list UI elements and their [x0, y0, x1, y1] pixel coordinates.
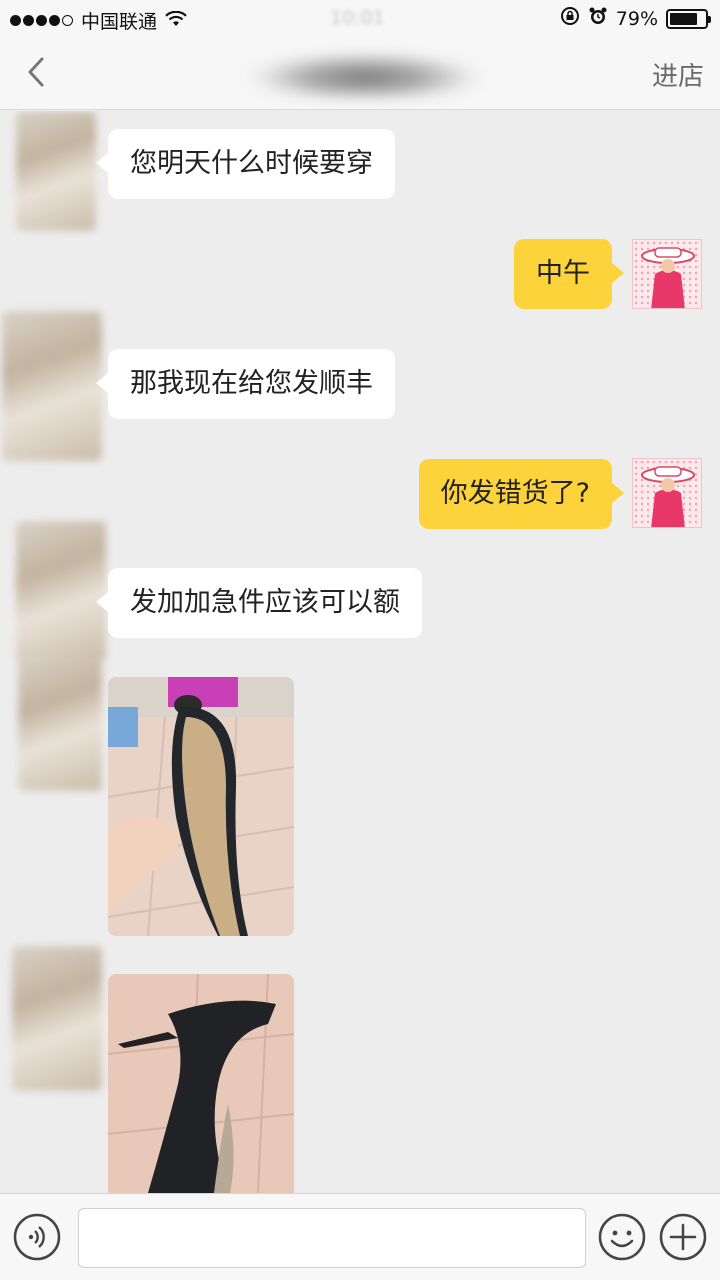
message-input[interactable]: [78, 1208, 586, 1268]
seller-avatar[interactable]: [12, 946, 102, 1091]
seller-avatar[interactable]: [2, 311, 102, 461]
chevron-left-icon: [28, 57, 44, 87]
rotation-lock-icon: [560, 6, 580, 31]
input-bar: [0, 1193, 720, 1280]
nav-bar: 进店: [0, 36, 720, 110]
carrier-name: 中国联通: [81, 11, 158, 33]
status-time: 10:01: [330, 7, 385, 29]
battery-icon: [666, 8, 711, 29]
battery-percent: 79%: [615, 7, 658, 30]
emoji-button[interactable]: [597, 1212, 647, 1262]
message-bubble[interactable]: 中午: [514, 239, 624, 309]
user-avatar[interactable]: [632, 458, 702, 528]
black-high-heel-photo[interactable]: [108, 974, 294, 1193]
message-bubble[interactable]: 你发错货了?: [418, 459, 625, 529]
signal-icon: [10, 15, 75, 26]
plus-icon: [659, 1213, 707, 1261]
status-bar: 中国联通 10:01 79%: [0, 0, 720, 36]
shop-name-redacted: [250, 52, 480, 98]
more-button[interactable]: [658, 1212, 708, 1262]
chat-area[interactable]: 您明天什么时候要穿 中午 那我现在给您发顺丰 你发错货了? 发加加急件应该可以额: [0, 111, 720, 1193]
user-avatar[interactable]: [632, 239, 702, 309]
message-bubble[interactable]: 那我现在给您发顺丰: [96, 349, 395, 419]
alarm-icon: [588, 6, 608, 31]
shoe-sole-photo[interactable]: [108, 677, 294, 936]
back-button[interactable]: [18, 52, 58, 92]
enter-shop-button[interactable]: 进店: [652, 56, 704, 93]
message-bubble[interactable]: 您明天什么时候要穿: [96, 129, 395, 199]
voice-icon: [13, 1213, 61, 1261]
seller-avatar[interactable]: [16, 521, 106, 661]
emoji-icon: [598, 1213, 646, 1261]
seller-avatar[interactable]: [16, 111, 96, 231]
seller-avatar[interactable]: [18, 656, 102, 791]
message-bubble[interactable]: 发加加急件应该可以额: [96, 568, 422, 638]
voice-button[interactable]: [12, 1212, 62, 1262]
wifi-icon: [165, 10, 187, 32]
